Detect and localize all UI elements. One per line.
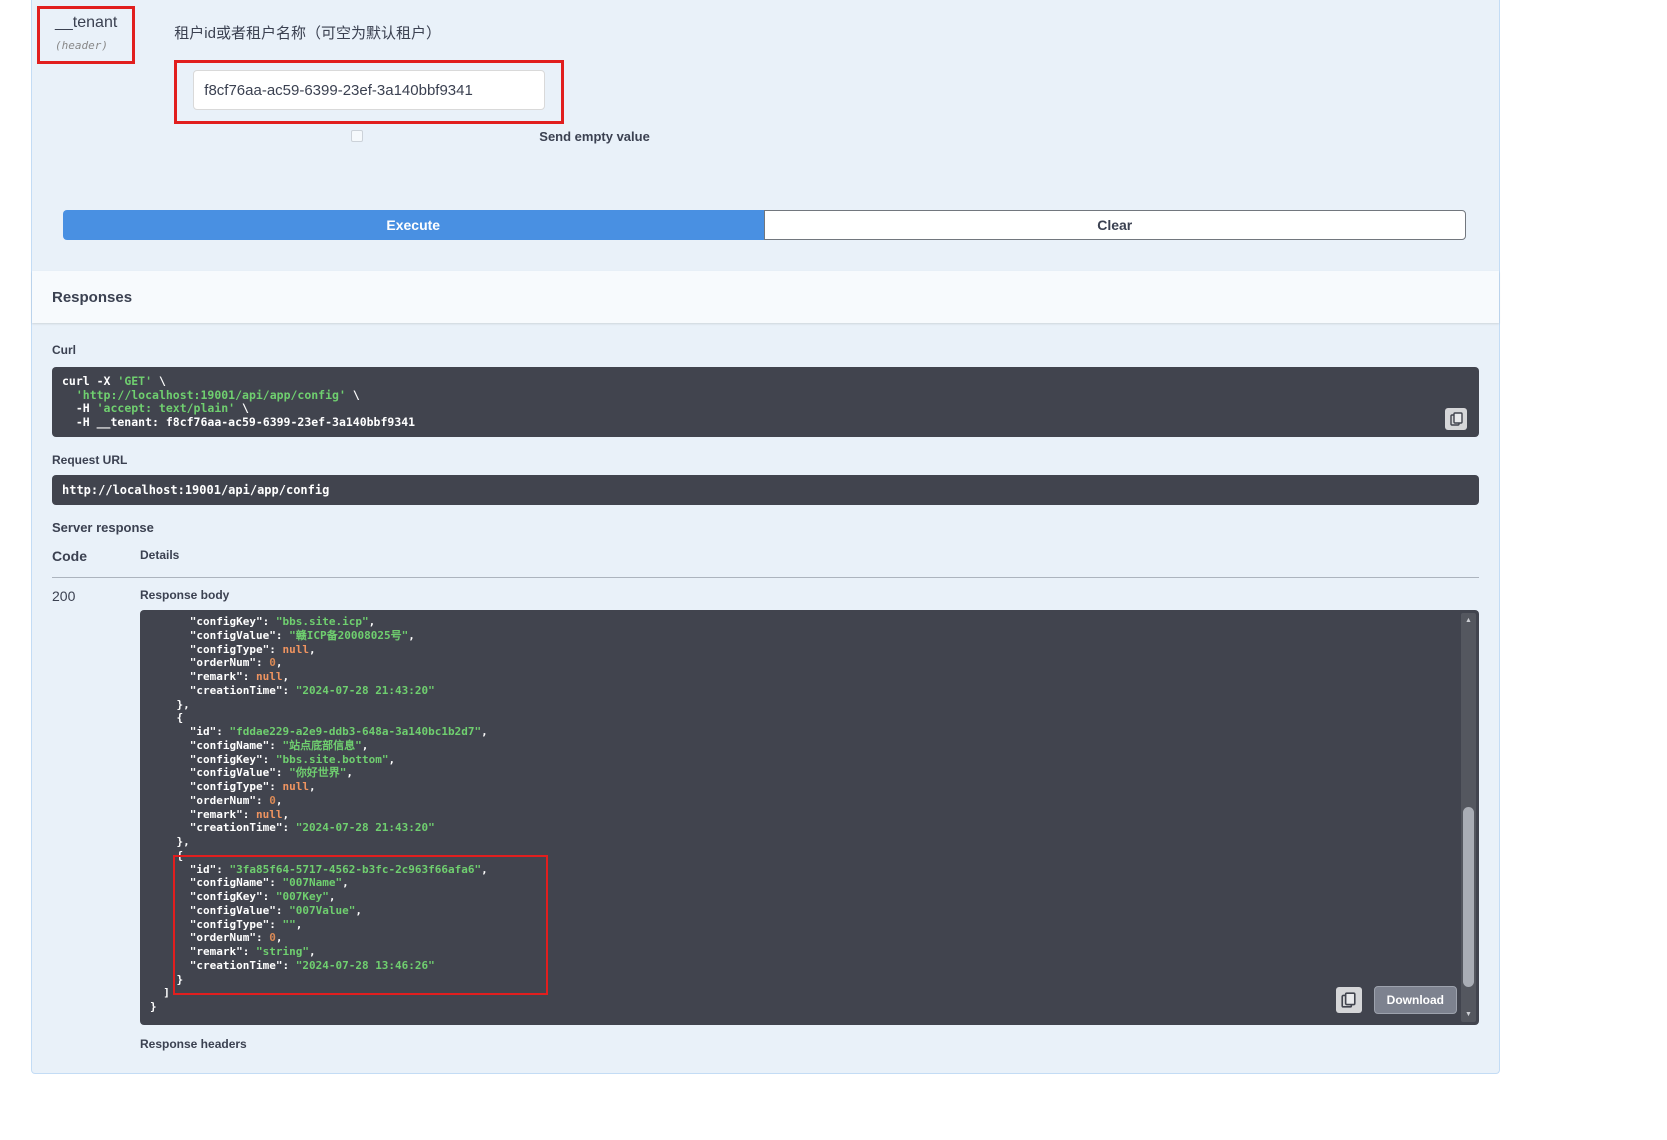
request-url-label: Request URL (52, 453, 1479, 467)
send-empty-row: Send empty value (174, 128, 650, 144)
scrollbar-thumb[interactable] (1463, 807, 1474, 987)
request-url-block: http://localhost:19001/api/app/config (52, 475, 1479, 505)
parameter-name: __tenant (55, 14, 117, 32)
status-code: 200 (52, 588, 140, 1051)
annotation-highlight-parameter-name: __tenant (header) (37, 6, 135, 64)
code-column-header: Code (52, 548, 140, 564)
response-details: Response body "configKey": "bbs.site.icp… (140, 588, 1479, 1051)
responses-section-header: Responses (32, 271, 1499, 323)
execute-wrapper: Execute Clear (63, 210, 1466, 240)
response-table-header: Code Details (52, 548, 1479, 578)
parameter-body: 租户id或者租户名称（可空为默认租户） Send empty value (174, 6, 650, 144)
download-button[interactable]: Download (1374, 986, 1457, 1014)
clipboard-icon (1450, 412, 1463, 426)
send-empty-label: Send empty value (539, 129, 650, 144)
parameter-location: (header) (55, 39, 117, 52)
parameter-value-input[interactable] (193, 70, 545, 110)
response-actions: Download (1336, 986, 1457, 1014)
send-empty-checkbox[interactable] (351, 130, 363, 142)
details-column-header: Details (140, 548, 179, 564)
scroll-down-arrow-icon[interactable]: ▼ (1461, 1008, 1476, 1021)
response-body-block: "configKey": "bbs.site.icp", "configValu… (140, 610, 1479, 1025)
response-copy-button[interactable] (1336, 987, 1362, 1013)
responses-body: Curl curl -X 'GET' \ 'http://localhost:1… (32, 323, 1499, 1051)
execute-button[interactable]: Execute (63, 210, 764, 240)
response-headers-label: Response headers (140, 1037, 1479, 1051)
response-body-label: Response body (140, 588, 1479, 602)
responses-title: Responses (52, 289, 132, 306)
curl-label: Curl (52, 343, 1479, 357)
server-response-label: Server response (52, 520, 1479, 535)
scroll-up-arrow-icon[interactable]: ▲ (1461, 614, 1476, 627)
curl-command: curl -X 'GET' \ 'http://localhost:19001/… (62, 375, 1469, 429)
response-row: 200 Response body "configKey": "bbs.site… (52, 588, 1479, 1051)
curl-block: curl -X 'GET' \ 'http://localhost:19001/… (52, 367, 1479, 437)
response-scrollbar[interactable]: ▲ ▼ (1461, 613, 1476, 1022)
operation-block: __tenant (header) 租户id或者租户名称（可空为默认租户） Se… (31, 0, 1500, 1074)
clear-button[interactable]: Clear (764, 210, 1467, 240)
curl-copy-button[interactable] (1445, 408, 1467, 430)
parameters-section: __tenant (header) 租户id或者租户名称（可空为默认租户） Se… (32, 0, 1499, 144)
parameter-description: 租户id或者租户名称（可空为默认租户） (174, 22, 650, 43)
annotation-highlight-parameter-value (174, 60, 564, 124)
clipboard-icon (1341, 992, 1356, 1008)
response-body-code: "configKey": "bbs.site.icp", "configValu… (150, 615, 1453, 1014)
request-url-value: http://localhost:19001/api/app/config (62, 483, 1469, 497)
